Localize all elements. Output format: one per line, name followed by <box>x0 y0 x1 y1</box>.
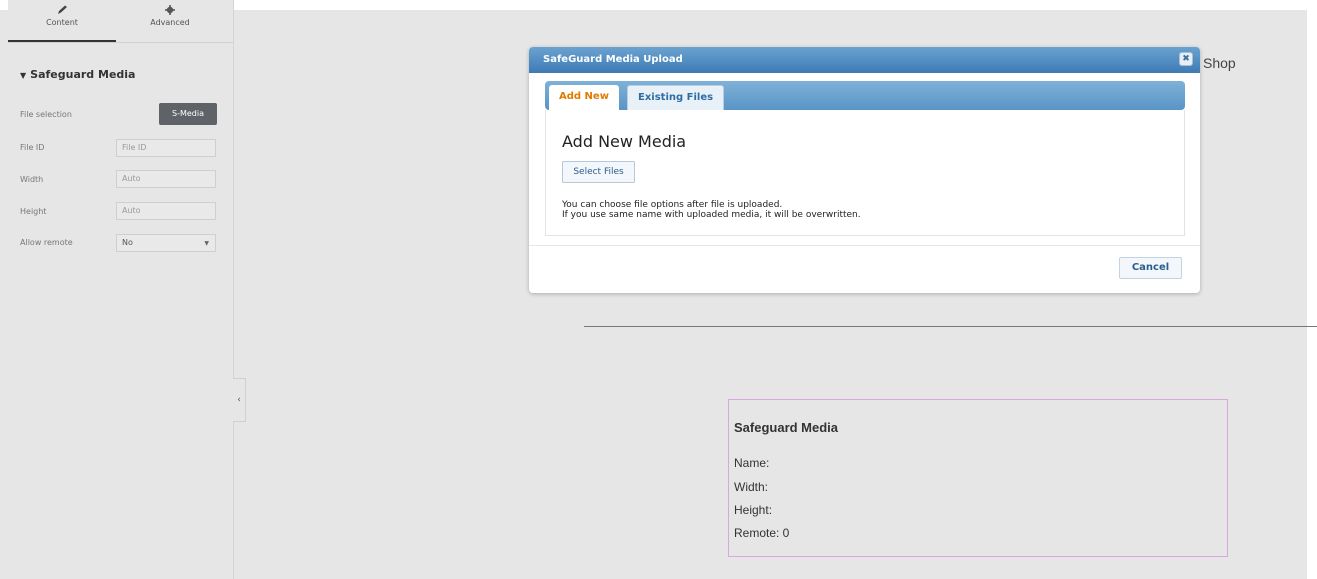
chevron-down-icon: ▼ <box>204 240 209 247</box>
tab-advanced[interactable]: Advanced <box>116 0 224 42</box>
preview-name: Name: <box>734 456 770 470</box>
tab-content[interactable]: Content <box>8 0 116 42</box>
file-id-input[interactable]: File ID <box>116 139 216 157</box>
height-label: Height <box>20 207 47 216</box>
upload-dialog: SafeGuard Media Upload ✖ Add New Existin… <box>529 47 1200 293</box>
gear-icon <box>165 5 175 15</box>
collapse-panel-button[interactable]: ‹ <box>233 378 246 422</box>
allow-remote-value: No <box>122 238 133 247</box>
right-strip <box>1307 0 1317 579</box>
preview-title: Safeguard Media <box>734 420 839 435</box>
dialog-titlebar[interactable]: SafeGuard Media Upload ✖ <box>529 47 1200 73</box>
file-selection-label: File selection <box>20 110 72 119</box>
caret-down-icon: ▼ <box>20 71 27 80</box>
allow-remote-label: Allow remote <box>20 238 73 247</box>
height-input[interactable]: Auto <box>116 202 216 220</box>
close-button[interactable]: ✖ <box>1179 52 1193 66</box>
close-icon: ✖ <box>1182 54 1190 64</box>
preview-width: Width: <box>734 480 769 494</box>
dialog-tabbar: Add New Existing Files <box>545 81 1185 110</box>
dialog-footer-divider <box>529 245 1200 246</box>
file-id-label: File ID <box>20 143 45 152</box>
width-label: Width <box>20 175 44 184</box>
dialog-heading: Add New Media <box>562 132 687 151</box>
pencil-icon <box>58 5 67 14</box>
dialog-note-2: If you use same name with uploaded media… <box>562 210 861 220</box>
preview-height: Height: <box>734 503 773 517</box>
preview-remote: Remote: 0 <box>734 526 790 540</box>
s-media-button[interactable]: S-Media <box>159 103 217 125</box>
allow-remote-select[interactable]: No ▼ <box>116 234 216 252</box>
tab-add-new[interactable]: Add New <box>549 85 619 110</box>
panel-tabs: Content Advanced <box>8 0 233 43</box>
width-input[interactable]: Auto <box>116 170 216 188</box>
select-files-button[interactable]: Select Files <box>562 161 635 183</box>
shop-link[interactable]: Shop <box>1203 55 1236 71</box>
tab-content-label: Content <box>46 18 78 27</box>
dialog-note-1: You can choose file options after file i… <box>562 200 783 210</box>
section-title: Safeguard Media <box>30 68 136 81</box>
safeguard-media-preview[interactable]: Safeguard Media Name: Width: Height: Rem… <box>728 399 1228 557</box>
horizontal-divider <box>584 326 1317 327</box>
tab-advanced-label: Advanced <box>150 18 190 27</box>
dialog-title: SafeGuard Media Upload <box>543 54 683 65</box>
tab-existing-files[interactable]: Existing Files <box>627 85 725 110</box>
editor-panel: Content Advanced ▼ Safeguard Media File s… <box>8 0 234 579</box>
section-toggle[interactable]: ▼ Safeguard Media <box>20 68 135 81</box>
cancel-button[interactable]: Cancel <box>1119 257 1182 279</box>
